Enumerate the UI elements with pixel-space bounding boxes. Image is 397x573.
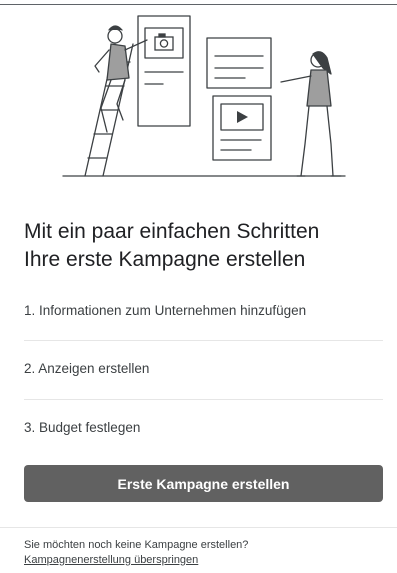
page-title: Mit ein paar einfachen Schritten Ihre er… — [24, 218, 384, 274]
skip-question-text: Sie möchten noch keine Kampagne erstelle… — [24, 539, 249, 551]
step-divider — [24, 340, 383, 341]
skip-campaign-creation-link[interactable]: Kampagnenerstellung überspringen — [24, 554, 198, 566]
camera-icon — [154, 33, 174, 51]
create-first-campaign-button[interactable]: Erste Kampagne erstellen — [24, 465, 383, 502]
step-1-label: 1. Informationen zum Unternehmen hinzufü… — [24, 303, 307, 318]
footer-divider — [0, 527, 397, 528]
step-3-label: 3. Budget festlegen — [24, 420, 141, 435]
page-title-line-2: Ihre erste Kampagne erstellen — [24, 248, 306, 271]
step-2-label: 2. Anzeigen erstellen — [24, 361, 150, 376]
page-title-line-1: Mit ein paar einfachen Schritten — [24, 220, 320, 243]
onboarding-illustration — [62, 15, 346, 177]
top-divider — [0, 4, 397, 5]
step-divider — [24, 399, 383, 400]
